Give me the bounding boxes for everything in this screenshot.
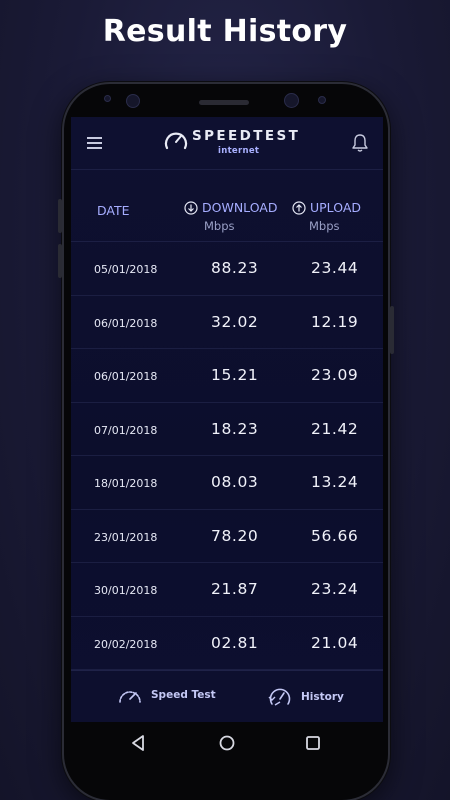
volume-down-button (58, 244, 62, 278)
row-download: 15.21 (211, 366, 259, 384)
nav-speed-test[interactable]: Speed Test (117, 685, 216, 705)
iris-camera (284, 93, 299, 108)
row-upload: 21.42 (311, 419, 359, 438)
gauge-logo-icon (164, 132, 188, 150)
row-date: 05/01/2018 (94, 263, 158, 276)
home-circle-icon[interactable] (218, 733, 236, 753)
notification-bell-icon[interactable] (351, 133, 369, 153)
hamburger-menu-icon[interactable] (87, 137, 102, 149)
table-row[interactable]: 18/01/2018 08.03 13.24 (71, 456, 383, 510)
app-header: SPEEDTEST internet (71, 117, 383, 170)
table-header: DATE DOWNLOAD Mbps UPLOAD Mbps (71, 170, 383, 242)
front-camera (126, 94, 140, 108)
row-upload: 23.24 (311, 580, 359, 598)
row-download: 02.81 (211, 633, 259, 652)
table-row[interactable]: 20/02/2018 02.81 21.04 (71, 617, 383, 670)
upload-arrow-icon (292, 200, 306, 215)
row-upload: 12.19 (311, 312, 359, 331)
row-download: 18.23 (211, 419, 259, 438)
upload-column-header[interactable]: UPLOAD Mbps (292, 200, 372, 233)
volume-up-button (58, 199, 62, 233)
history-list: 05/01/2018 88.23 23.44 06/01/2018 32.02 … (71, 242, 383, 670)
table-row[interactable]: 05/01/2018 88.23 23.44 (71, 242, 383, 296)
nav-history[interactable]: History (267, 685, 344, 709)
table-row[interactable]: 07/01/2018 18.23 21.42 (71, 403, 383, 456)
history-gauge-icon (268, 688, 291, 706)
row-date: 07/01/2018 (94, 423, 158, 437)
speedtest-logo: SPEEDTEST internet (164, 127, 298, 163)
earpiece-speaker (199, 100, 249, 105)
recents-square-icon[interactable] (304, 733, 322, 753)
row-download: 78.20 (211, 526, 259, 545)
row-date: 06/01/2018 (94, 316, 158, 330)
logo-wordmark: SPEEDTEST (192, 128, 301, 144)
row-upload: 13.24 (311, 473, 359, 491)
table-row[interactable]: 06/01/2018 32.02 12.19 (71, 296, 383, 349)
logo-subtitle: internet (218, 146, 260, 156)
download-unit: Mbps (204, 219, 235, 233)
row-date: 06/01/2018 (94, 370, 158, 383)
app-screen: SPEEDTEST internet DATE DOWNLOAD Mbps UP… (71, 117, 383, 722)
speedometer-icon (119, 691, 141, 703)
power-button (390, 306, 394, 354)
promo-title: Result History (102, 14, 348, 49)
download-label: DOWNLOAD (202, 200, 278, 215)
phone-frame: SPEEDTEST internet DATE DOWNLOAD Mbps UP… (58, 82, 394, 800)
row-upload: 21.04 (311, 633, 359, 652)
upload-unit: Mbps (309, 219, 340, 233)
row-upload: 56.66 (311, 526, 359, 545)
download-column-header[interactable]: DOWNLOAD Mbps (184, 200, 294, 233)
nav-history-label: History (301, 691, 344, 703)
table-row[interactable]: 30/01/2018 21.87 23.24 (71, 563, 383, 617)
row-upload: 23.09 (311, 366, 359, 384)
system-nav-bar (71, 722, 383, 766)
row-date: 23/01/2018 (94, 530, 158, 544)
date-column-header[interactable]: DATE (97, 203, 130, 218)
sensor-dot (104, 95, 111, 102)
row-date: 18/01/2018 (94, 477, 158, 490)
row-date: 30/01/2018 (94, 584, 158, 597)
table-row[interactable]: 06/01/2018 15.21 23.09 (71, 349, 383, 403)
back-triangle-icon[interactable] (129, 733, 147, 753)
bottom-nav: Speed Test History (71, 670, 383, 722)
download-arrow-icon (184, 200, 198, 215)
upload-label: UPLOAD (310, 200, 362, 215)
row-download: 08.03 (211, 473, 259, 491)
row-download: 21.87 (211, 580, 259, 598)
row-date: 20/02/2018 (94, 637, 158, 651)
row-upload: 23.44 (311, 259, 359, 277)
row-download: 88.23 (211, 259, 259, 277)
proximity-sensor (318, 96, 326, 104)
nav-speed-test-label: Speed Test (151, 689, 216, 701)
row-download: 32.02 (211, 312, 259, 331)
table-row[interactable]: 23/01/2018 78.20 56.66 (71, 510, 383, 563)
